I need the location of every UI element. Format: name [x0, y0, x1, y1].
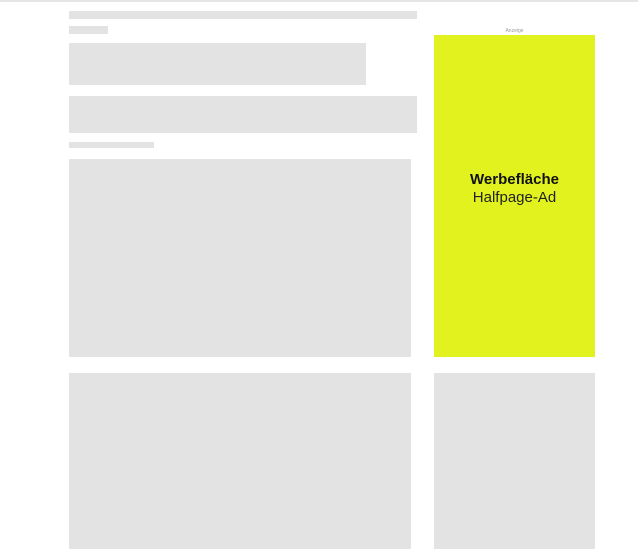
placeholder-content-block — [69, 373, 411, 549]
placeholder-sidebar-block — [434, 373, 595, 549]
placeholder-kicker — [69, 26, 108, 34]
placeholder-meta-line — [69, 142, 154, 148]
placeholder-title-block — [69, 43, 366, 85]
ad-subtitle: Halfpage-Ad — [472, 189, 557, 206]
page: Anzeige Werbefläche Halfpage-Ad — [0, 0, 638, 549]
halfpage-ad[interactable]: Werbefläche Halfpage-Ad — [434, 35, 595, 357]
top-divider — [0, 0, 638, 2]
placeholder-teaser-block — [69, 96, 417, 133]
placeholder-headline-bar — [69, 11, 417, 19]
placeholder-hero-image — [69, 159, 411, 357]
ad-title: Werbefläche — [470, 171, 559, 188]
ad-label: Anzeige — [505, 28, 524, 34]
